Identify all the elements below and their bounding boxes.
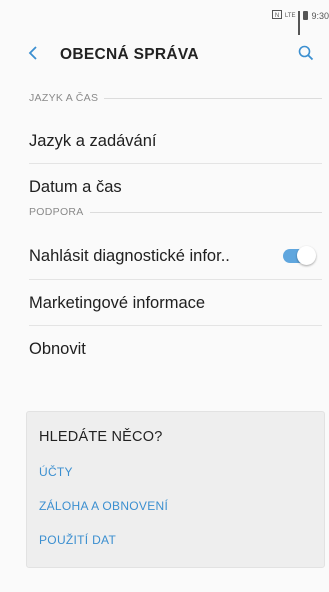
app-bar: OBECNÁ SPRÁVA: [0, 30, 329, 80]
svg-text:N: N: [275, 13, 279, 19]
looking-for-something-card: HLEDÁTE NĚCO? ÚČTY ZÁLOHA A OBNOVENÍ POU…: [26, 411, 325, 568]
status-icons: N LTE 9:30: [271, 10, 329, 35]
page-title: OBECNÁ SPRÁVA: [60, 46, 199, 63]
status-bar: N LTE 9:30: [0, 0, 329, 35]
list-item-label: Obnovit: [29, 339, 86, 358]
diagnostics-toggle[interactable]: [283, 246, 316, 265]
list-item-date-time[interactable]: Datum a čas: [0, 165, 329, 209]
link-accounts[interactable]: ÚČTY: [39, 465, 73, 479]
section-divider: [104, 97, 322, 99]
list-item-language-input[interactable]: Jazyk a zadávání: [0, 119, 329, 163]
section-header-label: JAZYK A ČAS: [29, 92, 99, 104]
list-item-label: Datum a čas: [29, 177, 122, 196]
search-icon: [298, 45, 314, 66]
link-data-usage[interactable]: POUŽITÍ DAT: [39, 533, 116, 547]
section-header-language: JAZYK A ČAS: [29, 92, 322, 104]
chevron-left-icon: [28, 45, 38, 65]
list-item-reset[interactable]: Obnovit: [0, 327, 329, 371]
card-title: HLEDÁTE NĚCO?: [39, 429, 163, 445]
section-header-support: PODPORA: [29, 206, 322, 218]
list-item-label: Nahlásit diagnostické infor..: [29, 246, 230, 265]
signal-icon: [298, 11, 301, 35]
battery-icon: [303, 11, 309, 20]
section-header-label: PODPORA: [29, 206, 84, 218]
list-item-marketing[interactable]: Marketingové informace: [0, 281, 329, 325]
link-backup-restore[interactable]: ZÁLOHA A OBNOVENÍ: [39, 499, 168, 513]
list-item-label: Marketingové informace: [29, 293, 206, 312]
divider: [29, 163, 322, 164]
section-divider: [89, 211, 322, 213]
back-button[interactable]: [22, 44, 44, 66]
toggle-knob: [297, 246, 316, 265]
status-time: 9:30: [311, 10, 329, 21]
divider: [29, 279, 322, 280]
lte-icon: LTE: [284, 12, 296, 19]
divider: [29, 325, 322, 326]
list-item-diagnostics[interactable]: Nahlásit diagnostické infor..: [0, 234, 329, 278]
list-item-label: Jazyk a zadávání: [29, 131, 157, 150]
search-button[interactable]: [293, 42, 319, 68]
nfc-icon: N: [271, 10, 282, 21]
